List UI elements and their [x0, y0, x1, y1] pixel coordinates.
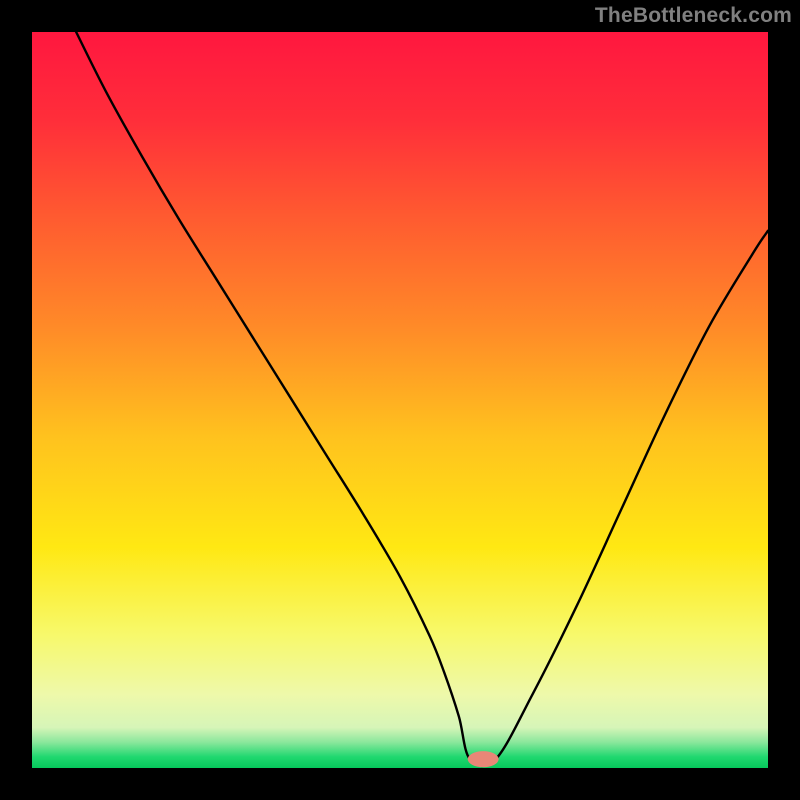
optimum-marker — [468, 751, 499, 767]
plot-svg — [32, 32, 768, 768]
gradient-background — [32, 32, 768, 768]
plot-area — [32, 32, 768, 768]
watermark-text: TheBottleneck.com — [595, 4, 792, 28]
chart-canvas: TheBottleneck.com — [0, 0, 800, 800]
